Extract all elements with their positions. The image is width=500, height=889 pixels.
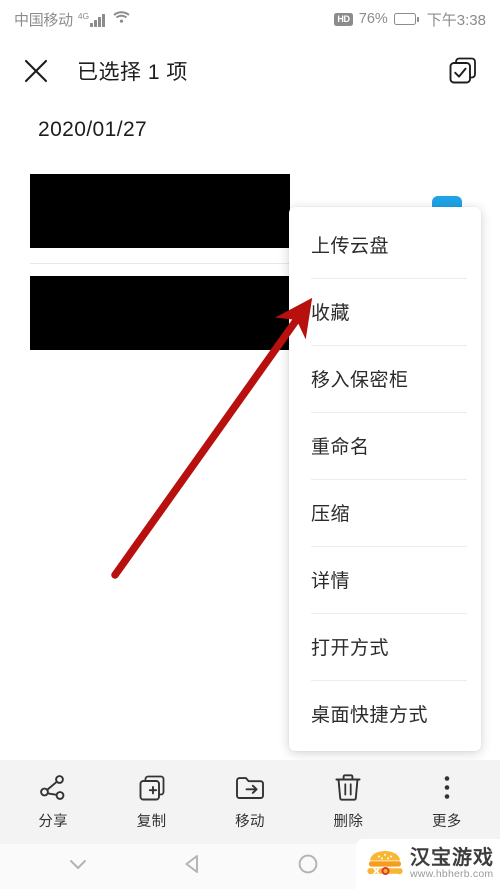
watermark-text: 汉宝游戏 www.hbherb.com: [410, 846, 494, 880]
watermark-url: www.hbherb.com: [410, 867, 494, 880]
signal-bars-glyph: [90, 14, 106, 27]
copy-button[interactable]: 复制: [106, 773, 198, 831]
date-label: 2020/01/27: [38, 118, 148, 141]
close-icon[interactable]: [22, 57, 50, 85]
watermark: 汉宝游戏 www.hbherb.com: [356, 839, 500, 889]
title-bar: 已选择 1 项: [0, 38, 500, 104]
menu-item-upload-cloud[interactable]: 上传云盘: [289, 211, 481, 278]
menu-item-desktop-shortcut[interactable]: 桌面快捷方式: [289, 680, 481, 747]
watermark-title: 汉宝游戏: [410, 846, 494, 869]
copy-icon: [137, 773, 167, 803]
menu-item-favorite[interactable]: 收藏: [289, 278, 481, 345]
menu-item-details[interactable]: 详情: [289, 546, 481, 613]
hide-navbar-button[interactable]: [49, 844, 107, 889]
redaction-bar-row-2: [30, 276, 290, 350]
clock-label: 下午3:38: [426, 11, 486, 29]
move-icon: [234, 773, 266, 803]
signal-bars-icon: 4G: [77, 11, 106, 27]
share-icon: [38, 773, 68, 803]
home-circle-icon: [296, 852, 320, 881]
more-button[interactable]: 更多: [401, 773, 493, 831]
date-header: 2020/01/27: [0, 104, 500, 156]
hd-badge: HD: [334, 12, 353, 26]
redaction-bar-row-1: [30, 174, 290, 248]
share-button-label: 分享: [38, 814, 68, 830]
wifi-icon: [113, 10, 130, 28]
context-menu: 上传云盘 收藏 移入保密柜 重命名 压缩 详情 打开方式 桌面快捷方式: [289, 207, 481, 751]
menu-item-move-to-safe[interactable]: 移入保密柜: [289, 345, 481, 412]
menu-item-compress[interactable]: 压缩: [289, 479, 481, 546]
copy-button-label: 复制: [136, 814, 167, 830]
more-vertical-icon: [442, 773, 452, 803]
select-all-icon[interactable]: [448, 56, 478, 86]
menu-item-open-with[interactable]: 打开方式: [289, 613, 481, 680]
delete-button[interactable]: 删除: [302, 773, 394, 831]
battery-percent-label: 76%: [358, 11, 388, 27]
back-button[interactable]: [164, 844, 222, 889]
burger-logo-icon: [366, 849, 404, 879]
status-bar-left: 中国移动 4G: [14, 9, 130, 30]
home-button[interactable]: [279, 844, 337, 889]
trash-icon: [334, 773, 362, 803]
move-button-label: 移动: [235, 814, 265, 830]
battery-icon: [393, 13, 419, 25]
network-type-label: 4G: [77, 11, 90, 21]
back-triangle-icon: [181, 852, 205, 881]
status-bar: 中国移动 4G HD 76% 下午3:38: [0, 0, 500, 38]
more-button-label: 更多: [431, 814, 462, 830]
carrier-label: 中国移动: [14, 11, 73, 29]
status-bar-right: HD 76% 下午3:38: [334, 9, 486, 30]
delete-button-label: 删除: [333, 814, 364, 830]
menu-item-rename[interactable]: 重命名: [289, 412, 481, 479]
move-button[interactable]: 移动: [204, 773, 296, 831]
share-button[interactable]: 分享: [7, 773, 99, 831]
bottom-toolbar: 分享 复制 移动 删除 更多: [0, 760, 500, 844]
page-title: 已选择 1 项: [77, 61, 188, 84]
chevron-down-icon: [66, 852, 90, 881]
